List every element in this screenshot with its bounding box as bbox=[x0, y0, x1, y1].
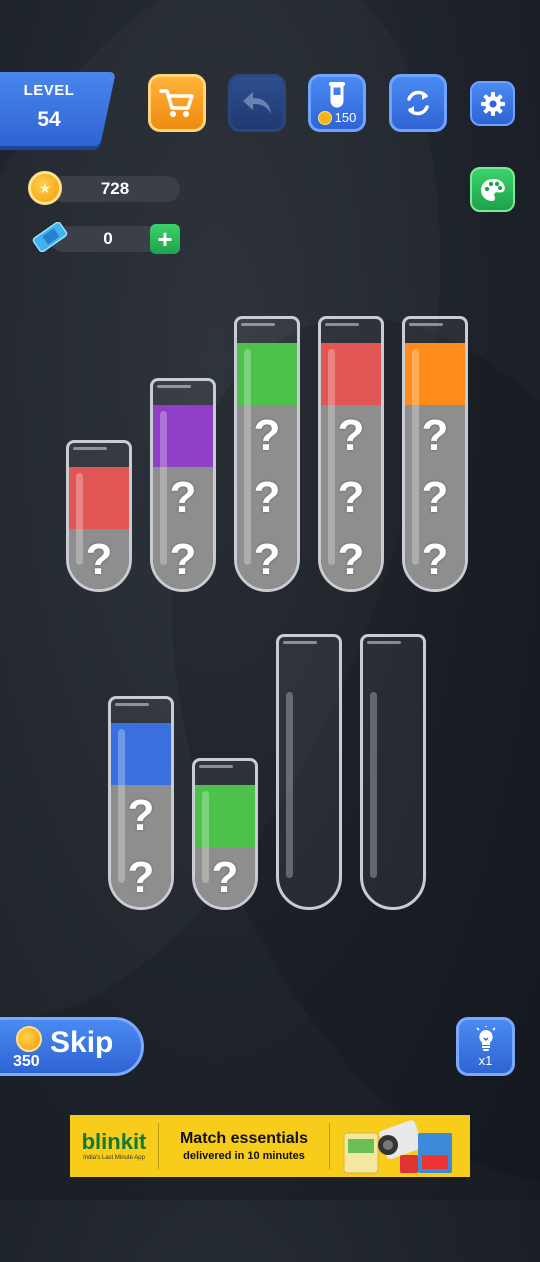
tube-shine bbox=[160, 411, 167, 565]
question-mark-icon: ? bbox=[85, 535, 113, 584]
tube-shine bbox=[286, 692, 293, 878]
question-mark-icon: ? bbox=[253, 535, 281, 584]
level-number: 54 bbox=[37, 108, 61, 131]
question-mark-icon: ? bbox=[127, 791, 155, 840]
question-mark-icon: ? bbox=[169, 535, 197, 584]
question-mark-icon: ? bbox=[421, 535, 449, 584]
add-tube-cost-value: 150 bbox=[334, 110, 357, 125]
tube-rim bbox=[409, 323, 443, 326]
coin-icon: ★ bbox=[28, 171, 62, 205]
test-tube-icon bbox=[329, 82, 345, 108]
plus-icon: + bbox=[157, 224, 173, 254]
ad-headline: Match essentials bbox=[179, 1130, 309, 1148]
coin-count: 728 bbox=[100, 179, 130, 198]
lightbulb-icon bbox=[475, 1025, 496, 1051]
ticket-count: 0 bbox=[103, 229, 113, 248]
ad-copy: Match essentials delivered in 10 minutes bbox=[159, 1130, 329, 1162]
undo-arrow-icon bbox=[243, 92, 271, 114]
tube-shine bbox=[244, 349, 251, 565]
cart-icon bbox=[159, 89, 194, 117]
palette-icon bbox=[480, 178, 505, 201]
level-label: LEVEL bbox=[23, 82, 75, 99]
shop-button[interactable] bbox=[148, 74, 206, 132]
coin-counter: 728 bbox=[50, 176, 180, 202]
tube-shine bbox=[370, 692, 377, 878]
tube-9[interactable] bbox=[360, 634, 426, 910]
question-mark-icon: ? bbox=[127, 853, 155, 902]
tube-rim bbox=[241, 323, 275, 326]
question-mark-icon: ? bbox=[253, 473, 281, 522]
question-mark-icon: ? bbox=[337, 473, 365, 522]
tube-3[interactable]: ??? bbox=[234, 316, 300, 592]
tube-4[interactable]: ??? bbox=[318, 316, 384, 592]
tube-rim bbox=[199, 765, 233, 768]
ad-brand-name: blinkit bbox=[81, 1129, 147, 1154]
ad-products-illustration bbox=[343, 1120, 452, 1174]
settings-button[interactable] bbox=[470, 81, 515, 126]
tube-shine bbox=[328, 349, 335, 565]
coin-icon bbox=[16, 1026, 42, 1052]
tube-shine bbox=[76, 473, 83, 565]
tube-rim bbox=[73, 447, 107, 450]
question-mark-icon: ? bbox=[337, 535, 365, 584]
add-ticket-button[interactable]: + bbox=[150, 224, 180, 254]
ad-subline: delivered in 10 minutes bbox=[183, 1149, 305, 1162]
ad-product-image bbox=[330, 1115, 470, 1177]
question-mark-icon: ? bbox=[169, 473, 197, 522]
tube-rim bbox=[157, 385, 191, 388]
tube-2[interactable]: ?? bbox=[150, 378, 216, 592]
tube-7[interactable]: ? bbox=[192, 758, 258, 910]
undo-button[interactable] bbox=[228, 74, 286, 132]
ad-brand-tagline: India's Last Minute App bbox=[83, 1155, 145, 1161]
question-mark-icon: ? bbox=[211, 853, 239, 902]
tube-6[interactable]: ?? bbox=[108, 696, 174, 910]
ad-brand: blinkit India's Last Minute App bbox=[70, 1129, 158, 1162]
gear-icon bbox=[480, 91, 505, 116]
question-mark-icon: ? bbox=[421, 411, 449, 460]
tube-shine bbox=[202, 791, 209, 883]
ad-banner[interactable]: blinkit India's Last Minute App Match es… bbox=[70, 1115, 470, 1177]
question-mark-icon: ? bbox=[253, 411, 281, 460]
restart-button[interactable] bbox=[389, 74, 447, 132]
ad-divider bbox=[158, 1123, 159, 1169]
tube-1[interactable]: ? bbox=[66, 440, 132, 592]
hint-button[interactable]: x1 bbox=[456, 1017, 515, 1076]
tube-rim bbox=[283, 641, 317, 644]
tube-rim bbox=[325, 323, 359, 326]
tube-shine bbox=[118, 729, 125, 883]
tube-rim bbox=[367, 641, 401, 644]
hint-count: x1 bbox=[478, 1052, 493, 1068]
tube-8[interactable] bbox=[276, 634, 342, 910]
skip-cost: 350 bbox=[13, 1053, 40, 1070]
add-tube-button[interactable]: 150 bbox=[308, 74, 366, 132]
refresh-icon bbox=[407, 90, 429, 116]
coin-icon bbox=[317, 110, 332, 125]
tube-5[interactable]: ??? bbox=[402, 316, 468, 592]
add-tube-cost: 150 bbox=[317, 110, 357, 125]
ticket-icon bbox=[32, 222, 68, 252]
tube-shine bbox=[412, 349, 419, 565]
theme-button[interactable] bbox=[470, 167, 515, 212]
tube-rim bbox=[115, 703, 149, 706]
question-mark-icon: ? bbox=[421, 473, 449, 522]
skip-label: Skip bbox=[50, 1026, 114, 1059]
question-mark-icon: ? bbox=[337, 411, 365, 460]
